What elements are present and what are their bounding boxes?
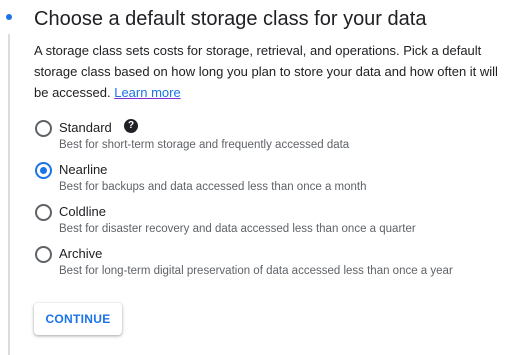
option-help-archive: Best for long-term digital preservation … bbox=[59, 265, 453, 277]
option-help-nearline: Best for backups and data accessed less … bbox=[59, 181, 367, 193]
description-text: A storage class sets costs for storage, … bbox=[34, 43, 498, 100]
option-label-coldline: Coldline bbox=[59, 204, 106, 219]
learn-more-link[interactable]: Learn more bbox=[114, 85, 180, 100]
radio-standard[interactable] bbox=[35, 120, 52, 137]
storage-class-option-archive[interactable]: Archive Best for long-term digital prese… bbox=[34, 245, 504, 281]
option-help-coldline: Best for disaster recovery and data acce… bbox=[59, 223, 416, 235]
section-description: A storage class sets costs for storage, … bbox=[34, 40, 504, 103]
storage-class-option-standard[interactable]: Standard ? Best for short-term storage a… bbox=[34, 119, 504, 155]
option-label-archive: Archive bbox=[59, 246, 103, 261]
option-label-standard: Standard bbox=[59, 120, 112, 135]
option-label-nearline: Nearline bbox=[59, 162, 108, 177]
section-title: Choose a default storage class for your … bbox=[34, 8, 427, 30]
radio-nearline[interactable] bbox=[35, 162, 52, 179]
help-circle-icon[interactable]: ? bbox=[124, 119, 138, 133]
radio-coldline[interactable] bbox=[35, 204, 52, 221]
step-connector-line bbox=[8, 34, 10, 355]
option-help-standard: Best for short-term storage and frequent… bbox=[59, 139, 350, 151]
continue-button[interactable]: CONTINUE bbox=[34, 303, 122, 335]
step-indicator-dot bbox=[6, 14, 12, 20]
radio-archive[interactable] bbox=[35, 246, 52, 263]
storage-class-option-coldline[interactable]: Coldline Best for disaster recovery and … bbox=[34, 203, 504, 239]
storage-class-option-nearline[interactable]: Nearline Best for backups and data acces… bbox=[34, 161, 504, 197]
